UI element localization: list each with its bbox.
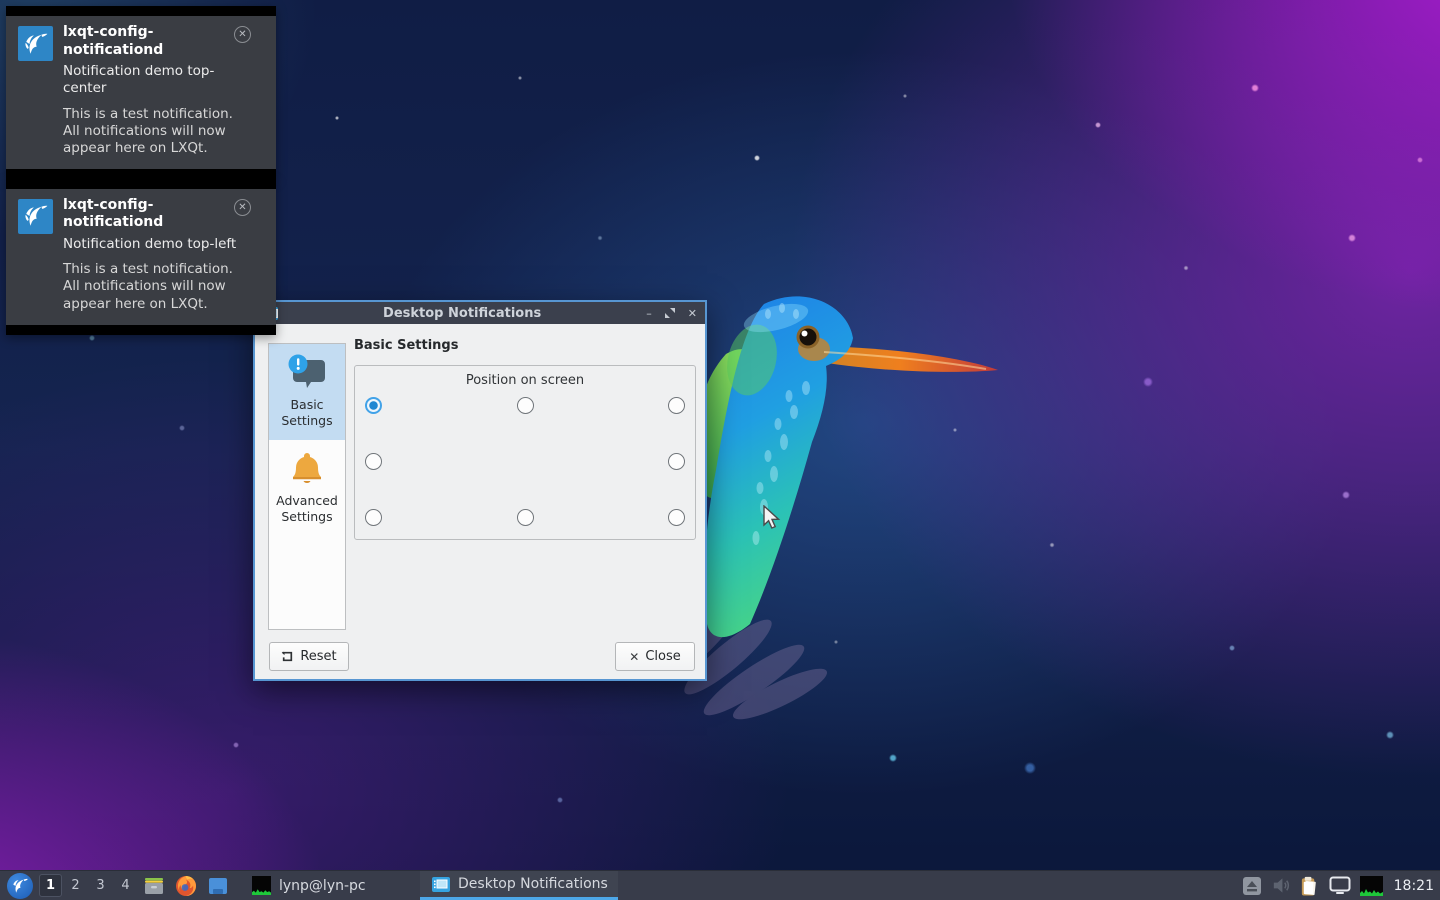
position-on-screen-group: Position on screen (354, 365, 696, 540)
removable-media-tray-icon[interactable] (1242, 876, 1262, 896)
notification-summary: Notification demo top-center (63, 63, 251, 98)
close-icon[interactable]: ✕ (688, 308, 697, 319)
notification-bottom-bar (6, 169, 276, 179)
taskbar-task-desktop-notifications[interactable]: Desktop Notifications (420, 871, 618, 900)
firefox-launcher[interactable] (174, 874, 198, 898)
workspace-2-button[interactable]: 2 (64, 874, 87, 897)
taskbar: 1 2 3 4 (0, 870, 1440, 900)
desktop-notifications-window: Desktop Notifications – ✕ Basic Settings… (253, 300, 707, 681)
taskbar-task-terminal[interactable]: lynp@lyn-pc (242, 871, 376, 900)
blue-app-launcher[interactable] (206, 874, 230, 898)
clipboard-tray-icon[interactable] (1299, 875, 1320, 897)
file-manager-launcher[interactable] (142, 874, 166, 898)
notification-top-center: lxqt-config-notificationd ✕ Notification… (6, 6, 276, 179)
notification-bottom-bar (6, 325, 276, 335)
reset-button-label: Reset (300, 649, 336, 664)
lxqt-app-icon (18, 199, 53, 234)
notification-close-icon[interactable]: ✕ (234, 199, 251, 216)
file-manager-icon (142, 874, 166, 898)
settings-sidebar: Basic Settings Advanced Settings (268, 343, 346, 630)
workspace-1-button[interactable]: 1 (39, 874, 62, 897)
reset-icon (281, 650, 294, 663)
radio-position-top-left[interactable] (365, 397, 382, 414)
notification-summary: Notification demo top-left (63, 236, 251, 253)
blue-app-icon (206, 874, 230, 898)
lxqt-logo-icon (11, 877, 29, 895)
notifications-app-icon (432, 877, 450, 892)
notification-body: This is a test notification. All notific… (63, 261, 251, 312)
desktop: lxqt-config-notificationd ✕ Notification… (0, 0, 1440, 900)
lxqt-app-icon (18, 26, 53, 61)
resource-graph-tray-icon[interactable] (1360, 876, 1383, 896)
radio-position-bottom-right[interactable] (668, 509, 685, 526)
bell-icon (285, 448, 329, 488)
page-title: Basic Settings (354, 338, 458, 353)
sidebar-item-advanced-settings[interactable]: Advanced Settings (269, 440, 345, 536)
sidebar-item-label: Advanced Settings (271, 493, 343, 526)
notification-top-left: lxqt-config-notificationd ✕ Notification… (6, 179, 276, 335)
task-label: lynp@lyn-pc (279, 878, 366, 894)
notification-stack: lxqt-config-notificationd ✕ Notification… (6, 6, 276, 335)
close-button-icon: ✕ (629, 650, 639, 664)
volume-tray-icon[interactable] (1271, 876, 1290, 895)
hummingbird-wallpaper (656, 292, 1016, 732)
sidebar-item-basic-settings[interactable]: Basic Settings (269, 344, 345, 440)
lxqt-menu-button[interactable] (7, 873, 33, 899)
workspace-4-button[interactable]: 4 (114, 874, 137, 897)
terminal-monitor-icon (252, 876, 271, 895)
reset-button[interactable]: Reset (269, 642, 349, 671)
titlebar[interactable]: Desktop Notifications – ✕ (255, 302, 705, 324)
close-button[interactable]: ✕ Close (615, 642, 695, 671)
notification-bubble-icon (285, 352, 329, 392)
notification-app-name: lxqt-config-notificationd (63, 197, 228, 232)
close-button-label: Close (645, 649, 680, 664)
radio-position-top-right[interactable] (668, 397, 685, 414)
notification-top-bar (6, 179, 276, 189)
workspace-3-button[interactable]: 3 (89, 874, 112, 897)
notification-top-bar (6, 6, 276, 16)
radio-position-bottom-left[interactable] (365, 509, 382, 526)
minimize-icon[interactable]: – (646, 308, 652, 319)
radio-position-middle-left[interactable] (365, 453, 382, 470)
restore-icon[interactable] (665, 308, 675, 318)
position-grid (365, 397, 685, 526)
notification-body: This is a test notification. All notific… (63, 106, 251, 157)
clock[interactable]: 18:21 (1394, 878, 1434, 894)
monitor-tray-icon[interactable] (1329, 876, 1351, 895)
radio-position-bottom-center[interactable] (517, 509, 534, 526)
window-title: Desktop Notifications (278, 306, 646, 321)
bird-eye (798, 327, 818, 347)
firefox-icon (174, 874, 198, 898)
radio-position-top-center[interactable] (517, 397, 534, 414)
radio-position-middle-right[interactable] (668, 453, 685, 470)
notification-app-name: lxqt-config-notificationd (63, 24, 228, 59)
task-label: Desktop Notifications (458, 876, 608, 892)
groupbox-title: Position on screen (355, 373, 695, 388)
sidebar-item-label: Basic Settings (271, 397, 343, 430)
notification-close-icon[interactable]: ✕ (234, 26, 251, 43)
